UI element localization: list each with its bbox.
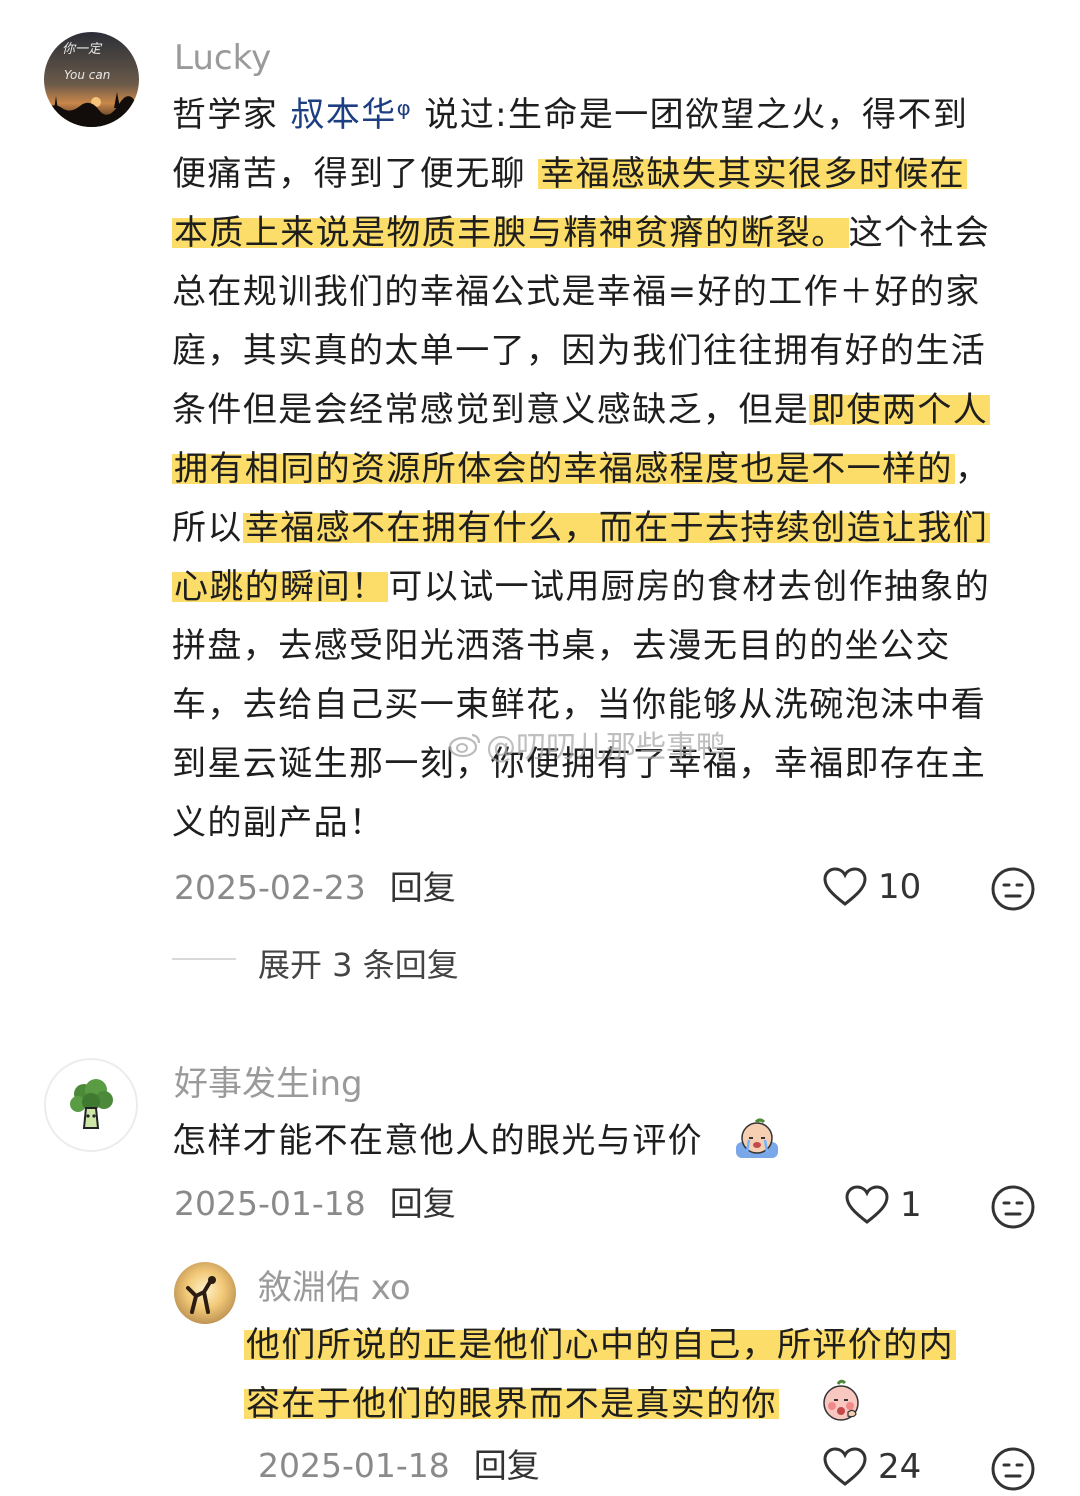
comment-text-segment: 可以试一试用厨房的食材去创作抽象的	[388, 567, 991, 607]
highlighted-text: 即使两个人	[809, 390, 991, 430]
comment-text-segment: 说过:生命是一团欲望之火，得不到	[412, 95, 969, 135]
highlighted-text: 拥有相同的资源所体会的幸福感程度也是不一样的	[172, 449, 955, 489]
comment-text-segment: 哲学家	[172, 95, 291, 135]
crying-sticker	[734, 1116, 780, 1166]
watermark: @叨叨儿那些事鸭	[448, 722, 726, 766]
comment-line: 拼盘，去感受阳光洒落书桌，去漫无目的的坐公交	[172, 617, 1052, 676]
comment-text-segment: 义的副产品！	[172, 803, 385, 843]
watermark-text: @叨叨儿那些事鸭	[486, 730, 726, 765]
reply-button[interactable]: 回复	[390, 1184, 456, 1223]
expand-replies-button[interactable]: 展开 3 条回复	[258, 940, 459, 986]
neutral-face-icon	[991, 1447, 1035, 1491]
comment-line: 总在规训我们的幸福公式是幸福=好的工作＋好的家	[172, 263, 1052, 322]
emoji-react-button[interactable]	[990, 866, 1036, 916]
comment-line: 义的副产品！	[172, 794, 1052, 853]
comment-text-segment: 拼盘，去感受阳光洒落书桌，去漫无目的的坐公交	[172, 626, 951, 666]
reply-button[interactable]: 回复	[390, 868, 456, 907]
mention-link[interactable]: ᵠ	[397, 95, 413, 135]
comment-date: 2025-02-23	[174, 868, 366, 907]
comment-text-segment: 车，去给自己买一束鲜花，当你能够从洗碗泡沫中看	[172, 685, 987, 725]
comment-text: 怎样才能不在意他人的眼光与评价	[172, 1112, 1052, 1171]
blush-sticker	[818, 1378, 864, 1428]
reply-button[interactable]: 回复	[474, 1446, 540, 1485]
comment-text: 他们所说的正是他们心中的自己，所评价的内 容在于他们的眼界而不是真实的你	[244, 1316, 1044, 1434]
neutral-face-icon	[991, 1185, 1035, 1229]
highlighted-text: 幸福感不在拥有什么，而在于去持续创造让我们	[242, 508, 991, 548]
like-button[interactable]: 1	[844, 1184, 922, 1226]
broccoli-avatar-image	[70, 1079, 113, 1129]
like-count: 10	[878, 867, 922, 907]
comment-date: 2025-01-18	[258, 1446, 450, 1485]
avatar-caption: You can	[64, 68, 111, 82]
comment-line: 所以幸福感不在拥有什么，而在于去持续创造让我们	[172, 499, 1052, 558]
heart-icon	[823, 867, 867, 906]
like-button[interactable]: 10	[822, 866, 921, 908]
mention-link[interactable]: 叔本华	[290, 95, 396, 135]
comment-text-segment: 怎样才能不在意他人的眼光与评价	[172, 1121, 703, 1161]
like-count: 1	[900, 1185, 922, 1225]
comment-text-segment: ，	[954, 449, 991, 489]
emoji-react-button[interactable]	[990, 1446, 1036, 1496]
highlighted-text: 心跳的瞬间！	[172, 567, 389, 607]
comment-line: 便痛苦，得到了便无聊 幸福感缺失其实很多时候在	[172, 145, 1052, 204]
comment-date: 2025-01-18	[174, 1184, 366, 1223]
comment-line: 庭，其实真的太单一了，因为我们往往拥有好的生活	[172, 322, 1052, 381]
comment-meta: 2025-01-18 回复	[174, 1184, 456, 1224]
comment-line: 怎样才能不在意他人的眼光与评价	[172, 1112, 1052, 1171]
comment-text-segment: 便痛苦，得到了便无聊	[172, 154, 539, 194]
highlighted-text: 容在于他们的眼界而不是真实的你	[244, 1384, 779, 1424]
highlighted-text: 他们所说的正是他们心中的自己，所评价的内	[244, 1325, 956, 1365]
comment-line: 本质上来说是物质丰腴与精神贫瘠的断裂。这个社会	[172, 204, 1052, 263]
comment-text-segment: 总在规训我们的幸福公式是幸福=好的工作＋好的家	[172, 272, 981, 312]
emoji-react-button[interactable]	[990, 1184, 1036, 1234]
comment-line: 哲学家 叔本华ᵠ 说过:生命是一团欲望之火，得不到	[172, 86, 1052, 145]
comment-text-segment: 这个社会	[848, 213, 991, 253]
comment-meta: 2025-02-23 回复	[174, 868, 456, 908]
avatar[interactable]	[44, 1058, 138, 1152]
username[interactable]: Lucky	[174, 38, 271, 78]
sunlight-avatar-image	[174, 1262, 236, 1324]
comment-text-segment: 庭，其实真的太单一了，因为我们往往拥有好的生活	[172, 331, 987, 371]
highlighted-text: 本质上来说是物质丰腴与精神贫瘠的断裂。	[172, 213, 849, 253]
comment-text-segment: 条件但是会经常感觉到意义感缺乏，但是	[172, 390, 810, 430]
comment-line: 心跳的瞬间！可以试一试用厨房的食材去创作抽象的	[172, 558, 1052, 617]
comment-line: 条件但是会经常感觉到意义感缺乏，但是即使两个人	[172, 381, 1052, 440]
crying-emoji-icon	[736, 1118, 778, 1158]
avatar[interactable]	[174, 1262, 236, 1324]
neutral-face-icon	[991, 867, 1035, 911]
avatar[interactable]: 你一定 You can	[44, 32, 139, 127]
comment-line: 容在于他们的眼界而不是真实的你	[244, 1375, 1044, 1434]
blushing-emoji-icon	[823, 1379, 859, 1421]
like-count: 24	[878, 1447, 922, 1487]
heart-icon	[845, 1185, 889, 1224]
highlighted-text: 幸福感缺失其实很多时候在	[538, 154, 968, 194]
comment-meta: 2025-01-18 回复	[258, 1446, 540, 1486]
username[interactable]: 好事发生ing	[174, 1064, 363, 1104]
comment-line: 拥有相同的资源所体会的幸福感程度也是不一样的，	[172, 440, 1052, 499]
avatar-caption: 你一定	[62, 42, 102, 57]
comment-line: 他们所说的正是他们心中的自己，所评价的内	[244, 1316, 1044, 1375]
divider-line	[172, 958, 236, 960]
comment-text-segment: 所以	[172, 508, 243, 548]
username[interactable]: 敘淵佑 xo	[258, 1268, 411, 1308]
weibo-icon	[448, 733, 481, 758]
